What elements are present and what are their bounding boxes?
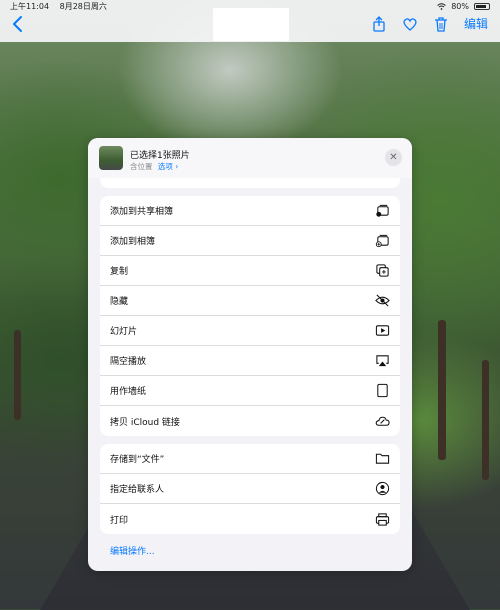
action-add-shared-album[interactable]: 添加到共享相簿 (100, 196, 400, 226)
action-copy[interactable]: 复制 (100, 256, 400, 286)
action-label: 指定给联系人 (110, 485, 165, 495)
action-label: 拷贝 iCloud 链接 (110, 417, 180, 428)
action-label: 存储到“文件” (110, 455, 165, 465)
play-icon (375, 325, 390, 336)
battery-icon (474, 2, 490, 10)
close-button[interactable]: ✕ (385, 149, 402, 166)
device-icon (377, 383, 388, 398)
action-airplay[interactable]: 隔空播放 (100, 346, 400, 376)
action-wallpaper[interactable]: 用作墙纸 (100, 376, 400, 406)
status-time: 上午11:04 (10, 1, 50, 11)
action-slideshow[interactable]: 幻灯片 (100, 316, 400, 346)
selection-subtitle: 含位置 选项 › (130, 161, 178, 172)
close-icon: ✕ (389, 152, 398, 163)
photo-thumbnail (99, 146, 123, 170)
back-chevron-icon[interactable] (8, 14, 28, 34)
eye-slash-icon (375, 294, 390, 307)
action-label: 隔空播放 (110, 357, 147, 367)
tree-trunk (438, 320, 446, 460)
action-label: 复制 (110, 267, 129, 277)
action-add-album[interactable]: 添加到相簿 (100, 226, 400, 256)
copy-icon (376, 264, 389, 277)
action-save-to-files[interactable]: 存储到“文件” (100, 444, 400, 474)
add-album-icon (375, 234, 389, 248)
action-hide[interactable]: 隐藏 (100, 286, 400, 316)
contact-icon (375, 481, 390, 496)
selection-title: 已选择1张照片 (130, 151, 190, 161)
location-included: 含位置 (130, 162, 153, 171)
action-label: 打印 (110, 515, 129, 526)
action-label: 用作墙纸 (110, 387, 147, 397)
tree-trunk (14, 330, 21, 420)
folder-icon (375, 453, 390, 464)
shared-album-icon (376, 204, 389, 217)
edit-actions-link[interactable]: 编辑操作... (110, 544, 155, 557)
title-placeholder (213, 8, 289, 41)
edit-button[interactable]: 编辑 (464, 15, 488, 32)
navigation-bar: 上午11:04 8月28日周六 80% 编辑 (0, 0, 500, 42)
action-group-2: 存储到“文件” 指定给联系人 打印 (100, 444, 400, 534)
share-sheet: 已选择1张照片 含位置 选项 › ✕ 添加到共享相簿 添加到相簿 复制 隐藏 幻… (88, 138, 412, 571)
wifi-icon (437, 2, 447, 10)
action-label: 添加到共享相簿 (110, 207, 174, 217)
battery-percent: 80% (451, 1, 469, 11)
tree-trunk (482, 360, 489, 480)
airplay-icon (376, 355, 389, 367)
options-link[interactable]: 选项 › (158, 162, 178, 171)
action-group-1: 添加到共享相簿 添加到相簿 复制 隐藏 幻灯片 隔空播放 用作墙纸 拷贝 iCl… (100, 196, 400, 436)
share-icon[interactable] (371, 15, 387, 32)
printer-icon (375, 512, 390, 526)
actions-row-partial (100, 178, 400, 188)
heart-icon[interactable] (402, 16, 418, 32)
action-label: 添加到相簿 (110, 237, 156, 247)
action-icloud-link[interactable]: 拷贝 iCloud 链接 (100, 406, 400, 436)
action-assign-contact[interactable]: 指定给联系人 (100, 474, 400, 504)
cloud-link-icon (375, 416, 390, 426)
action-label: 隐藏 (110, 297, 129, 307)
sheet-header: 已选择1张照片 含位置 选项 › ✕ (88, 138, 412, 178)
trash-icon[interactable] (433, 16, 449, 32)
action-label: 幻灯片 (110, 327, 138, 337)
action-print[interactable]: 打印 (100, 504, 400, 534)
status-date: 8月28日周六 (59, 1, 107, 11)
